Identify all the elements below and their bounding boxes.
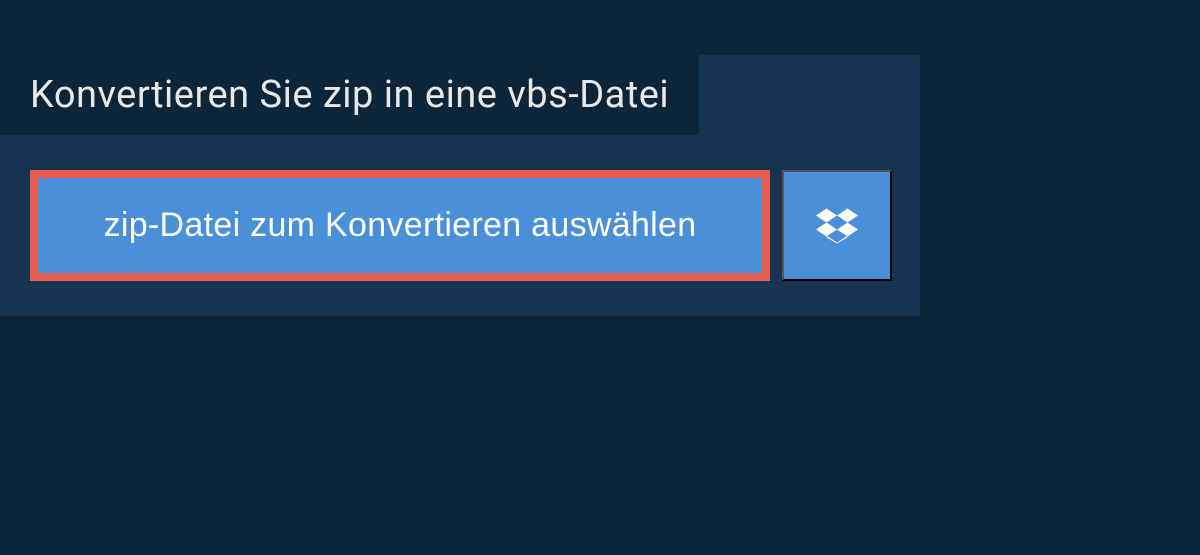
- dropbox-icon: [816, 205, 858, 247]
- page-title: Konvertieren Sie zip in eine vbs-Datei: [30, 73, 669, 117]
- button-row: zip-Datei zum Konvertieren auswählen: [0, 135, 920, 281]
- converter-panel: Konvertieren Sie zip in eine vbs-Datei z…: [0, 55, 920, 316]
- heading-wrap: Konvertieren Sie zip in eine vbs-Datei: [0, 55, 699, 135]
- select-file-button[interactable]: zip-Datei zum Konvertieren auswählen: [30, 170, 770, 281]
- dropbox-button[interactable]: [782, 170, 892, 281]
